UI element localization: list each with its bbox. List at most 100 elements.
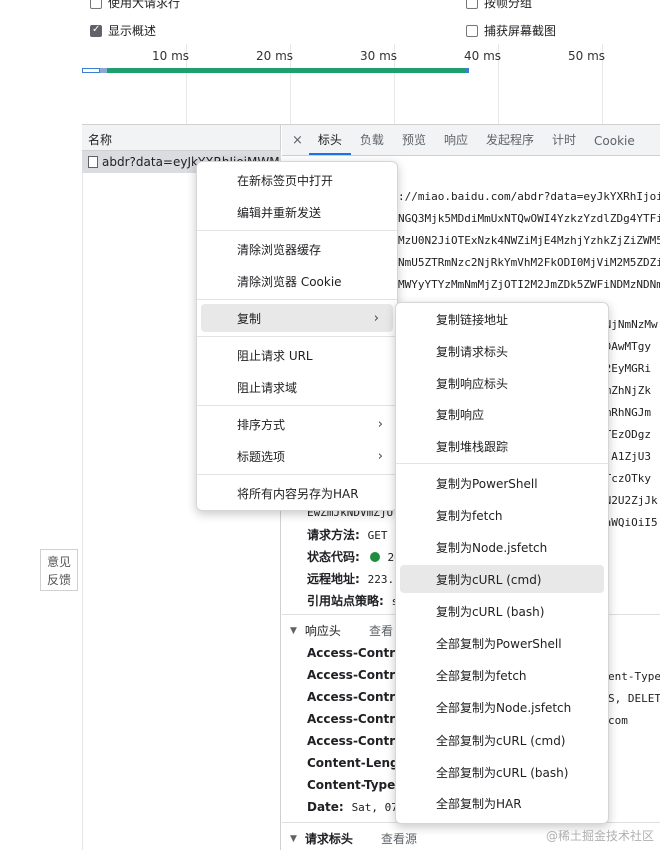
name-column-header: 名称 bbox=[88, 133, 113, 147]
submenu-item-copy-all-as-fetch[interactable]: 全部复制为fetch bbox=[396, 661, 608, 689]
submenu-item-copy-all-as-nodejs-fetch[interactable]: 全部复制为Node.jsfetch bbox=[396, 693, 608, 721]
response-header-name: Date: bbox=[307, 800, 344, 814]
chevron-right-icon: › bbox=[377, 448, 383, 464]
menu-item-block-request-domain[interactable]: 阻止请求域 bbox=[197, 373, 397, 401]
waterfall-bar-queue bbox=[82, 68, 100, 73]
checkbox-icon[interactable] bbox=[466, 0, 478, 9]
request-url-line: MWYyYTYzMmNmMjZjOTI2M2JmZDk5ZWFiNDMzNDNm bbox=[398, 278, 660, 291]
page-gutter bbox=[0, 0, 83, 850]
request-headers-title: 请求标头 bbox=[304, 832, 353, 846]
response-header-name: Content-Type: bbox=[307, 778, 401, 792]
copy-submenu: 复制链接地址 复制请求标头 复制响应标头 复制响应 复制堆栈跟踪 复制为Powe… bbox=[395, 302, 609, 824]
submenu-item-copy-link-address[interactable]: 复制链接地址 bbox=[396, 305, 608, 333]
timeline-overview[interactable]: 10 ms 20 ms 30 ms 40 ms 50 ms bbox=[82, 44, 660, 125]
timeline-tick-label: 40 ms bbox=[464, 49, 502, 63]
referrer-policy-row: 引用站点策略: s bbox=[307, 592, 398, 609]
request-context-menu: 在新标签页中打开 编辑并重新发送 清除浏览器缓存 清除浏览器 Cookie 复制… bbox=[196, 161, 398, 511]
option-show-overview[interactable]: 显示概述 bbox=[90, 22, 156, 39]
request-headers-section-header[interactable]: ▼ 请求标头 查看源 bbox=[290, 830, 417, 847]
tab-response[interactable]: 响应 bbox=[435, 131, 477, 155]
option-show-overview-label: 显示概述 bbox=[108, 24, 157, 38]
response-headers-section-header[interactable]: ▼ 响应头 查看 bbox=[290, 622, 393, 639]
option-group-by-frame-label: 按帧分组 bbox=[484, 0, 533, 10]
response-headers-title: 响应头 bbox=[304, 624, 341, 638]
timeline-tick-label: 20 ms bbox=[256, 49, 294, 63]
response-header-value-fragment: com bbox=[608, 714, 628, 727]
checkbox-icon[interactable] bbox=[90, 0, 102, 9]
submenu-item-copy-stack-trace[interactable]: 复制堆栈跟踪 bbox=[396, 432, 608, 460]
referrer-policy-label: 引用站点策略: bbox=[307, 594, 384, 608]
submenu-item-copy-as-curl-cmd[interactable]: 复制为cURL (cmd) bbox=[400, 565, 604, 593]
menu-item-edit-and-resend[interactable]: 编辑并重新发送 bbox=[197, 198, 397, 226]
menu-item-save-all-as-har[interactable]: 将所有内容另存为HAR bbox=[197, 479, 397, 507]
remote-address-label: 远程地址: bbox=[307, 572, 360, 586]
option-group-by-frame[interactable]: 按帧分组 bbox=[466, 0, 532, 11]
chevron-right-icon: › bbox=[373, 310, 379, 326]
timeline-tick-label: 10 ms bbox=[152, 49, 190, 63]
request-url-line: ://miao.baidu.com/abdr?data=eyJkYXRhIjoi… bbox=[398, 190, 660, 203]
checkbox-icon[interactable] bbox=[466, 24, 478, 37]
menu-item-sort-by[interactable]: 排序方式 › bbox=[197, 410, 397, 438]
menu-item-copy[interactable]: 复制 › bbox=[201, 304, 393, 332]
menu-separator bbox=[197, 405, 397, 406]
date-header-value: Sat, 07 bbox=[351, 801, 398, 814]
network-options-bar: 使用大请求行 按帧分组 显示概述 捕获屏幕截图 bbox=[82, 0, 660, 45]
option-capture-screenshots[interactable]: 捕获屏幕截图 bbox=[466, 22, 556, 39]
menu-separator bbox=[396, 463, 608, 464]
menu-item-header-options[interactable]: 标题选项 › bbox=[197, 442, 397, 470]
menu-item-clear-browser-cookies[interactable]: 清除浏览器 Cookie bbox=[197, 267, 397, 295]
request-method-label: 请求方法: bbox=[307, 528, 360, 542]
request-method-row: 请求方法: GET bbox=[307, 526, 388, 543]
date-header-row: Date: Sat, 07 bbox=[307, 800, 398, 814]
waterfall-bar-end bbox=[465, 68, 469, 73]
menu-item-open-in-new-tab[interactable]: 在新标签页中打开 bbox=[197, 166, 397, 194]
menu-separator bbox=[197, 230, 397, 231]
feedback-label-line1: 意见 bbox=[46, 555, 71, 569]
triangle-down-icon: ▼ bbox=[290, 833, 297, 844]
tab-headers[interactable]: 标头 bbox=[308, 131, 351, 155]
remote-address-row: 远程地址: 223.1 bbox=[307, 570, 401, 587]
menu-separator bbox=[197, 336, 397, 337]
option-large-rows-label: 使用大请求行 bbox=[108, 0, 181, 10]
tab-cookies[interactable]: Cookie bbox=[585, 134, 644, 155]
request-list-header[interactable]: 名称 bbox=[82, 125, 281, 151]
submenu-item-copy-response[interactable]: 复制响应 bbox=[396, 400, 608, 428]
triangle-down-icon: ▼ bbox=[290, 625, 297, 636]
submenu-item-copy-as-powershell[interactable]: 复制为PowerShell bbox=[396, 469, 608, 497]
request-url-line: NmU5ZTRmNzc2NjRkYmVhM2FkODI0MjViM2M5ZDZi bbox=[398, 256, 660, 269]
submenu-item-copy-as-fetch[interactable]: 复制为fetch bbox=[396, 501, 608, 529]
submenu-item-copy-response-headers[interactable]: 复制响应标头 bbox=[396, 369, 608, 397]
checkbox-checked-icon[interactable] bbox=[90, 24, 102, 37]
submenu-item-copy-as-nodejs-fetch[interactable]: 复制为Node.jsfetch bbox=[396, 533, 608, 561]
chevron-right-icon: › bbox=[377, 416, 383, 432]
submenu-item-copy-all-as-powershell[interactable]: 全部复制为PowerShell bbox=[396, 629, 608, 657]
submenu-item-copy-as-curl-bash[interactable]: 复制为cURL (bash) bbox=[396, 597, 608, 625]
status-code-label: 状态代码: bbox=[307, 550, 360, 564]
feedback-label-line2: 反馈 bbox=[46, 573, 71, 587]
close-icon[interactable]: × bbox=[282, 133, 309, 155]
menu-item-clear-browser-cache[interactable]: 清除浏览器缓存 bbox=[197, 235, 397, 263]
menu-separator bbox=[197, 299, 397, 300]
request-view-source-link[interactable]: 查看源 bbox=[381, 830, 417, 847]
submenu-item-copy-all-as-har[interactable]: 全部复制为HAR bbox=[396, 789, 608, 817]
response-header-value-fragment: S, DELETE bbox=[608, 692, 660, 705]
menu-separator bbox=[197, 474, 397, 475]
status-ok-icon bbox=[369, 552, 380, 562]
feedback-button[interactable]: 意见 反馈 bbox=[40, 549, 78, 591]
tab-preview[interactable]: 预览 bbox=[393, 131, 435, 155]
submenu-item-copy-all-as-curl-cmd[interactable]: 全部复制为cURL (cmd) bbox=[396, 726, 608, 754]
waterfall-bar-wait bbox=[100, 68, 107, 73]
tab-payload[interactable]: 负载 bbox=[351, 131, 393, 155]
view-source-link[interactable]: 查看 bbox=[369, 622, 393, 639]
option-large-rows[interactable]: 使用大请求行 bbox=[90, 0, 180, 11]
submenu-item-copy-request-headers[interactable]: 复制请求标头 bbox=[396, 337, 608, 365]
menu-item-block-request-url[interactable]: 阻止请求 URL bbox=[197, 341, 397, 369]
option-capture-screenshots-label: 捕获屏幕截图 bbox=[484, 24, 557, 38]
tab-timing[interactable]: 计时 bbox=[543, 131, 585, 155]
tab-initiator[interactable]: 发起程序 bbox=[477, 131, 543, 155]
status-code-row: 状态代码: 20 bbox=[307, 548, 401, 565]
detail-tab-bar: × 标头 负载 预览 响应 发起程序 计时 Cookie bbox=[282, 125, 660, 156]
submenu-item-copy-all-as-curl-bash[interactable]: 全部复制为cURL (bash) bbox=[396, 758, 608, 786]
timeline-tick-label: 50 ms bbox=[568, 49, 606, 63]
response-header-value-fragment: ent-Type bbox=[608, 670, 660, 683]
